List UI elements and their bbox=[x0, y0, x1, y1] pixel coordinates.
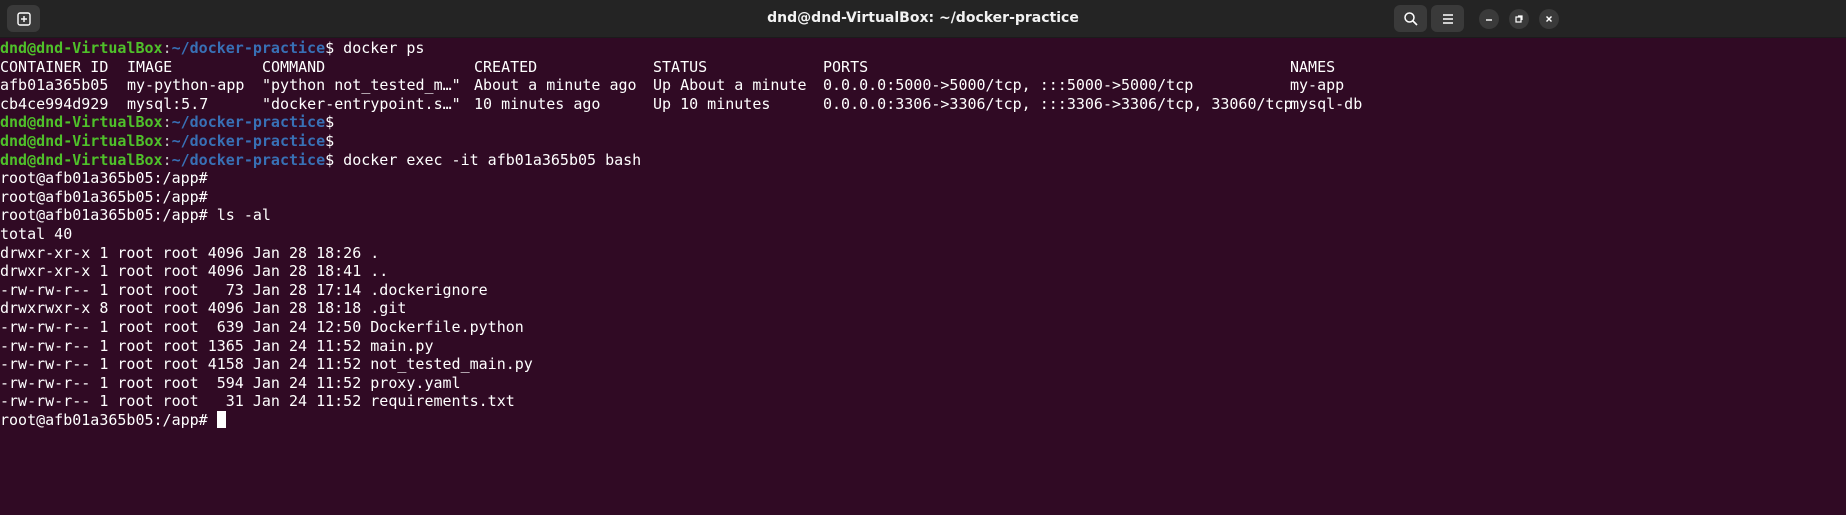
root-prompt-line: root@afb01a365b05:/app# bbox=[0, 410, 1846, 430]
root-prompt-line: root@afb01a365b05:/app# bbox=[0, 188, 1846, 207]
ls-entry: drwxr-xr-x 1 root root 4096 Jan 28 18:26… bbox=[0, 243, 380, 262]
table-row: cb4ce994d929 mysql:5.7 "docker-entrypoin… bbox=[0, 95, 1846, 114]
root-prompt: root@afb01a365b05:/app# bbox=[0, 169, 208, 188]
column-header: NAMES bbox=[1290, 57, 1336, 76]
column-header: STATUS bbox=[653, 57, 708, 76]
ls-entry: -rw-rw-r-- 1 root root 639 Jan 24 12:50 … bbox=[0, 317, 524, 336]
root-prompt: root@afb01a365b05:/app# bbox=[0, 410, 208, 429]
title-bar: dnd@dnd-VirtualBox: ~/docker-practice bbox=[0, 0, 1846, 38]
container-image: mysql:5.7 bbox=[127, 94, 209, 113]
ls-entry: drwxr-xr-x 1 root root 4096 Jan 28 18:41… bbox=[0, 262, 389, 281]
prompt-path: ~/docker-practice bbox=[171, 131, 326, 150]
minimize-icon bbox=[1486, 19, 1492, 21]
container-created: 10 minutes ago bbox=[474, 94, 601, 113]
prompt-line: dnd@dnd-VirtualBox:~/docker-practice$ bbox=[0, 132, 1846, 151]
table-row: afb01a365b05 my-python-app "python not_t… bbox=[0, 76, 1846, 95]
prompt-user: dnd@dnd-VirtualBox bbox=[0, 131, 163, 150]
prompt-sign: $ bbox=[325, 131, 335, 150]
prompt-line: dnd@dnd-VirtualBox:~/docker-practice$ bbox=[0, 113, 1846, 132]
prompt-sign: $ bbox=[325, 39, 335, 57]
container-status: Up 10 minutes bbox=[653, 94, 771, 113]
container-command: "python not_tested_m…" bbox=[262, 76, 461, 95]
ls-entry: -rw-rw-r-- 1 root root 4158 Jan 24 11:52… bbox=[0, 355, 533, 374]
new-tab-icon bbox=[16, 11, 31, 26]
container-ports: 0.0.0.0:5000->5000/tcp, :::5000->5000/tc… bbox=[823, 76, 1194, 95]
prompt-path: ~/docker-practice bbox=[171, 39, 326, 57]
root-prompt-line: root@afb01a365b05:/app# ls -al bbox=[0, 206, 1846, 225]
prompt-sign: $ bbox=[325, 113, 335, 132]
prompt-colon: : bbox=[162, 39, 172, 57]
ls-entry: -rw-rw-r-- 1 root root 31 Jan 24 11:52 r… bbox=[0, 392, 515, 411]
new-tab-button[interactable] bbox=[7, 5, 40, 32]
terminal-output[interactable]: dnd@dnd-VirtualBox:~/docker-practice$ do… bbox=[0, 39, 1846, 515]
container-id: afb01a365b05 bbox=[0, 76, 109, 95]
column-header: PORTS bbox=[823, 57, 869, 76]
menu-icon bbox=[1442, 13, 1453, 24]
command-text: docker exec -it afb01a365b05 bash bbox=[334, 150, 642, 169]
ls-total: total 40 bbox=[0, 224, 73, 243]
prompt-user: dnd@dnd-VirtualBox bbox=[0, 39, 163, 57]
prompt-colon: : bbox=[162, 113, 172, 132]
text-cursor bbox=[216, 410, 226, 428]
prompt-path: ~/docker-practice bbox=[171, 150, 326, 169]
prompt-line: dnd@dnd-VirtualBox:~/docker-practice$ do… bbox=[0, 151, 1846, 170]
prompt-line: dnd@dnd-VirtualBox:~/docker-practice$ do… bbox=[0, 39, 1846, 58]
search-icon bbox=[1403, 11, 1418, 26]
close-button[interactable] bbox=[1539, 9, 1559, 29]
search-button[interactable] bbox=[1394, 5, 1427, 32]
docker-ps-header: CONTAINER ID IMAGE COMMAND CREATED STATU… bbox=[0, 58, 1846, 77]
ls-entry: drwxrwxr-x 8 root root 4096 Jan 28 18:18… bbox=[0, 299, 407, 318]
container-id: cb4ce994d929 bbox=[0, 94, 109, 113]
container-created: About a minute ago bbox=[474, 76, 637, 95]
restore-button[interactable] bbox=[1509, 9, 1529, 29]
menu-button[interactable] bbox=[1431, 5, 1464, 32]
prompt-user: dnd@dnd-VirtualBox bbox=[0, 150, 163, 169]
column-header: CREATED bbox=[474, 57, 538, 76]
prompt-colon: : bbox=[162, 131, 172, 150]
minimize-button[interactable] bbox=[1479, 9, 1499, 29]
ls-entry: -rw-rw-r-- 1 root root 594 Jan 24 11:52 … bbox=[0, 373, 461, 392]
container-image: my-python-app bbox=[127, 76, 245, 95]
column-header: IMAGE bbox=[127, 57, 173, 76]
restore-icon bbox=[1515, 15, 1523, 23]
close-icon bbox=[1546, 16, 1552, 22]
root-prompt-line: root@afb01a365b05:/app# bbox=[0, 169, 1846, 188]
command-text: docker ps bbox=[334, 39, 425, 57]
column-header: COMMAND bbox=[262, 57, 326, 76]
prompt-user: dnd@dnd-VirtualBox bbox=[0, 113, 163, 132]
prompt-path: ~/docker-practice bbox=[171, 113, 326, 132]
command-text: ls -al bbox=[207, 206, 271, 225]
container-command: "docker-entrypoint.s…" bbox=[262, 94, 461, 113]
window-title: dnd@dnd-VirtualBox: ~/docker-practice bbox=[767, 10, 1079, 26]
container-status: Up About a minute bbox=[653, 76, 807, 95]
ls-entry: -rw-rw-r-- 1 root root 1365 Jan 24 11:52… bbox=[0, 336, 434, 355]
prompt-sign: $ bbox=[325, 150, 335, 169]
root-prompt: root@afb01a365b05:/app# bbox=[0, 187, 208, 206]
container-ports: 0.0.0.0:3306->3306/tcp, :::3306->3306/tc… bbox=[823, 94, 1293, 113]
column-header: CONTAINER ID bbox=[0, 57, 109, 76]
container-name: mysql-db bbox=[1290, 94, 1363, 113]
container-name: my-app bbox=[1290, 76, 1345, 95]
root-prompt: root@afb01a365b05:/app# bbox=[0, 206, 208, 225]
ls-entry: -rw-rw-r-- 1 root root 73 Jan 28 17:14 .… bbox=[0, 280, 488, 299]
prompt-colon: : bbox=[162, 150, 172, 169]
